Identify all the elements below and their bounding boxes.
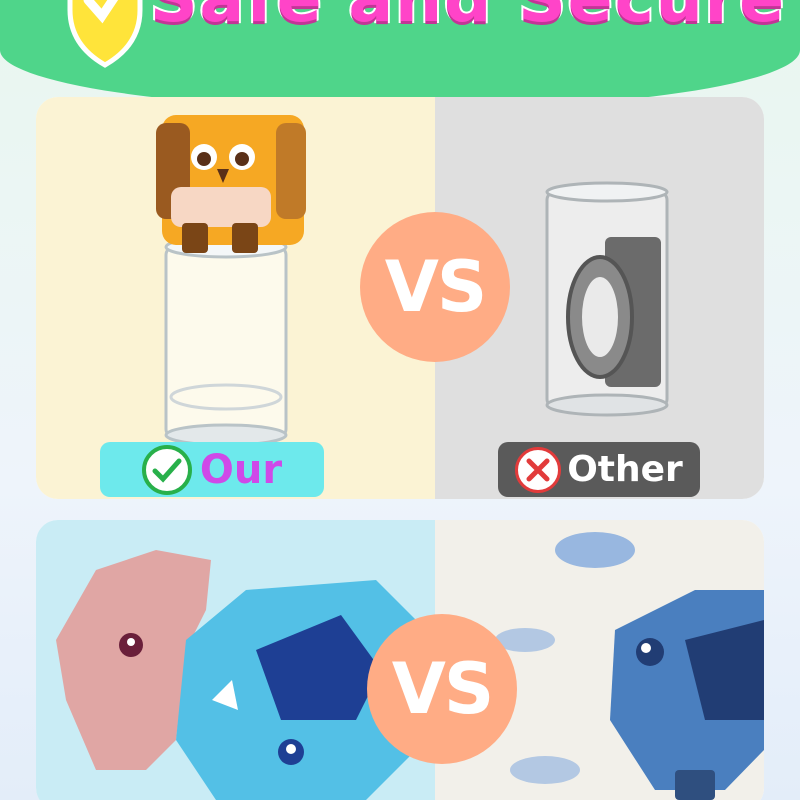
vs-badge-top: VS — [360, 212, 510, 362]
check-icon — [141, 444, 192, 495]
vs-label: VS — [391, 648, 495, 730]
header-banner: Safe and Secure — [0, 0, 800, 110]
other-label-badge: Other — [498, 442, 700, 497]
vs-badge-bottom: VS — [367, 614, 517, 764]
vs-label: VS — [384, 246, 488, 328]
shield-check-icon — [67, 0, 143, 68]
page-title: Safe and Secure — [148, 0, 790, 39]
other-label: Other — [567, 449, 683, 490]
x-icon — [515, 446, 562, 493]
our-label: Our — [199, 446, 283, 493]
our-label-badge: Our — [100, 442, 324, 497]
